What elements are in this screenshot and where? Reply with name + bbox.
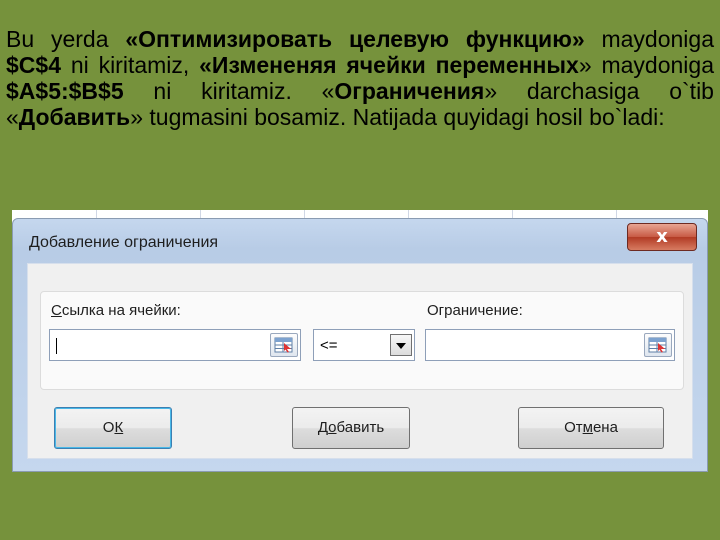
dialog-title: Добавление ограничения bbox=[29, 234, 219, 251]
button-text: бавить bbox=[336, 419, 385, 436]
instruction-part: Bu yerda bbox=[6, 26, 126, 52]
operator-select[interactable]: <= bbox=[313, 329, 415, 361]
add-constraint-dialog: Добавление ограничения x Ссылка на ячейк… bbox=[12, 218, 708, 472]
text-caret bbox=[56, 338, 57, 354]
button-hotkey: м bbox=[582, 419, 593, 436]
button-hotkey: о bbox=[328, 419, 337, 436]
constraint-select-button[interactable] bbox=[644, 333, 672, 357]
cell-reference-label: Ссылка на ячейки: bbox=[51, 302, 181, 319]
instruction-bold: «Оптимизировать целевую функцию» bbox=[125, 26, 585, 52]
instruction-part: » maydoniga bbox=[578, 52, 714, 78]
ok-button[interactable]: ОК bbox=[54, 407, 172, 449]
instruction-part: ni kiritamiz, bbox=[60, 52, 200, 78]
button-text: О bbox=[102, 419, 115, 436]
constraint-group: Ссылка на ячейки: <= Ограничение: bbox=[40, 291, 684, 390]
cell-reference-input[interactable] bbox=[49, 329, 301, 361]
range-select-icon bbox=[648, 337, 667, 353]
instruction-part: » tugmasini bosamiz. Natijada quyidagi h… bbox=[130, 104, 665, 130]
label-text: сылка на ячейки: bbox=[61, 302, 181, 319]
dialog-title-bar[interactable]: Добавление ограничения x bbox=[13, 219, 707, 263]
instruction-bold: $A$5:$B$5 bbox=[6, 78, 124, 104]
constraint-label: Ограничение: bbox=[427, 302, 523, 319]
chevron-down-icon[interactable] bbox=[390, 334, 412, 356]
operator-value: <= bbox=[320, 337, 338, 354]
cell-reference-select-button[interactable] bbox=[270, 333, 298, 357]
instruction-bold: «Измененяя ячейки переменных bbox=[199, 52, 579, 78]
button-text: ена bbox=[592, 419, 618, 436]
button-text: От bbox=[564, 419, 583, 436]
instruction-text: Bu yerda «Оптимизировать целевую функцию… bbox=[6, 26, 714, 130]
dialog-body: Ссылка на ячейки: <= Ограничение: ОК Доб… bbox=[27, 263, 693, 459]
instruction-part: maydoniga bbox=[584, 26, 714, 52]
close-button[interactable]: x bbox=[627, 223, 697, 251]
button-hotkey: К bbox=[114, 419, 124, 436]
instruction-bold: Добавить bbox=[18, 104, 131, 130]
instruction-bold: Ограничения bbox=[334, 78, 485, 104]
label-hotkey: С bbox=[51, 302, 62, 319]
cancel-button[interactable]: Отмена bbox=[518, 407, 664, 449]
instruction-part: ni kiritamiz. « bbox=[123, 78, 335, 104]
range-select-icon bbox=[274, 337, 293, 353]
add-button[interactable]: Добавить bbox=[292, 407, 410, 449]
button-text: Д bbox=[317, 419, 329, 436]
close-icon: x bbox=[656, 226, 668, 247]
constraint-input[interactable] bbox=[425, 329, 675, 361]
instruction-bold: $C$4 bbox=[6, 52, 61, 78]
